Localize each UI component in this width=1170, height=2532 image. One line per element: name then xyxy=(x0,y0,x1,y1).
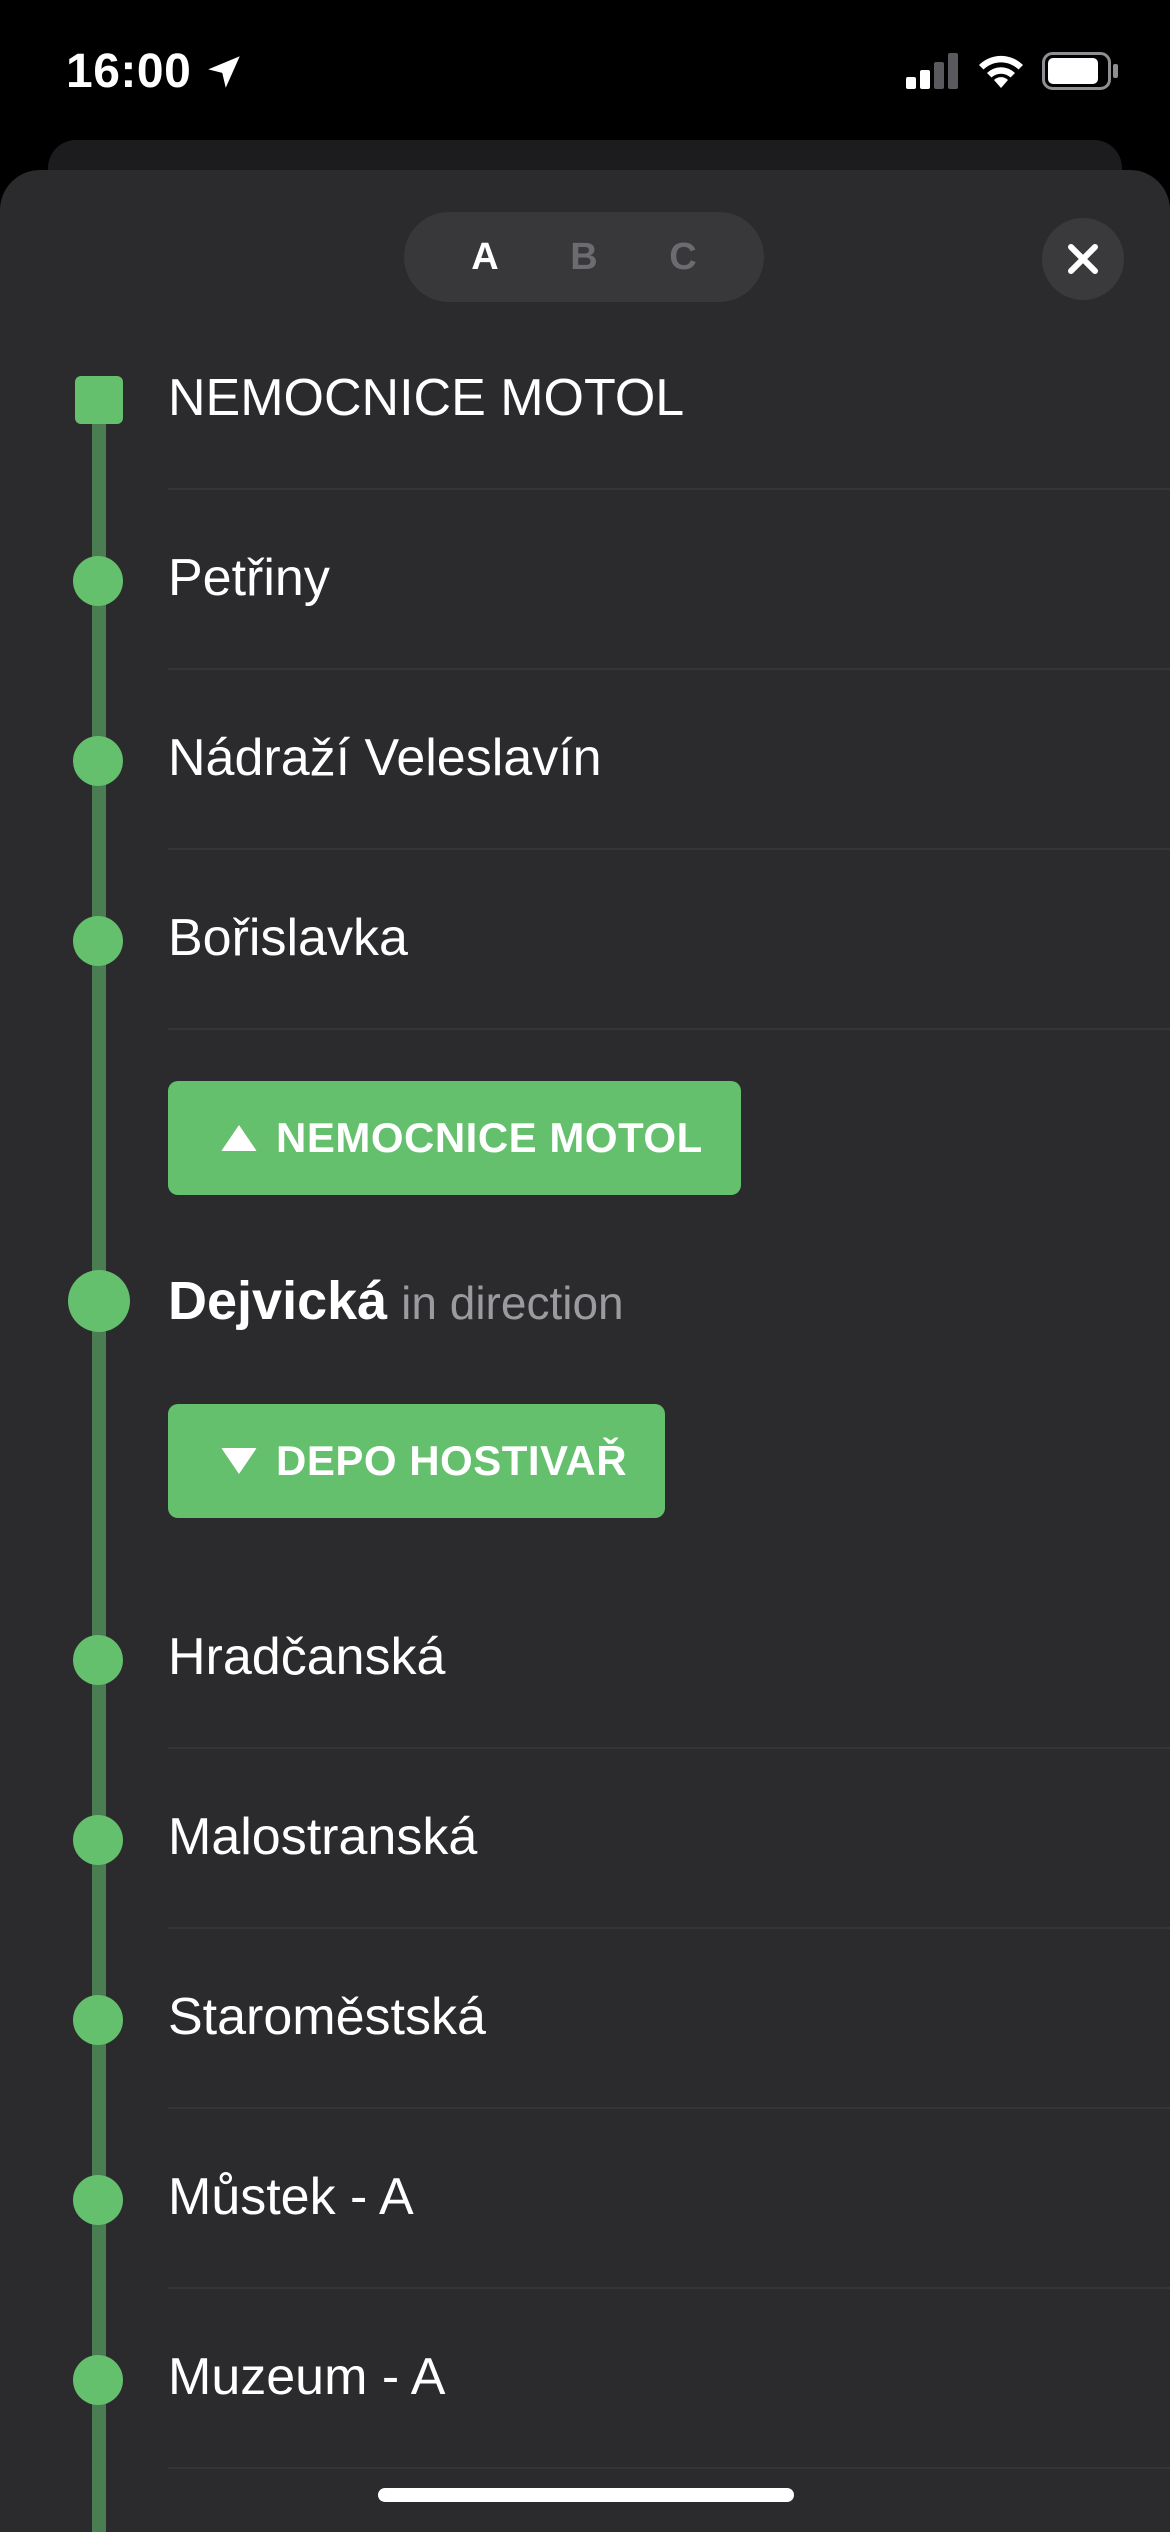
line-tab-c[interactable]: C xyxy=(638,236,728,279)
line-tab-a[interactable]: A xyxy=(440,236,530,279)
current-station-subtitle: in direction xyxy=(401,1277,624,1329)
station-name: NEMOCNICE MOTOL xyxy=(168,369,685,427)
station-row[interactable]: Staroměstská xyxy=(0,1929,1170,2109)
station-name: Muzeum - A xyxy=(168,2348,446,2406)
station-name: Bořislavka xyxy=(168,909,408,967)
station-marker xyxy=(73,1635,123,1685)
line-selector: A B C xyxy=(404,212,764,302)
direction-up-button[interactable]: NEMOCNICE MOTOL xyxy=(168,1081,741,1195)
status-indicators xyxy=(906,52,1120,90)
direction-down-label: DEPO HOSTIVAŘ xyxy=(276,1437,628,1484)
current-station-marker xyxy=(68,1270,130,1332)
station-marker xyxy=(73,2355,123,2405)
station-name: Staroměstská xyxy=(168,1988,486,2046)
station-marker xyxy=(73,916,123,966)
close-button[interactable] xyxy=(1042,218,1124,300)
station-name: Můstek - A xyxy=(168,2168,414,2226)
station-marker xyxy=(73,2175,123,2225)
station-marker xyxy=(73,1995,123,2045)
status-time-group: 16:00 xyxy=(66,44,245,99)
station-marker xyxy=(73,1815,123,1865)
station-row[interactable]: Můstek - A xyxy=(0,2109,1170,2289)
station-name: Nádraží Veleslavín xyxy=(168,729,602,787)
status-time: 16:00 xyxy=(66,45,192,98)
direction-up-label: NEMOCNICE MOTOL xyxy=(276,1114,703,1161)
station-name: Petřiny xyxy=(168,549,330,607)
station-row[interactable]: Hradčanská xyxy=(0,1569,1170,1749)
line-tab-b[interactable]: B xyxy=(539,236,629,279)
station-row[interactable]: Muzeum - A xyxy=(0,2289,1170,2469)
station-name: Malostranská xyxy=(168,1808,478,1866)
row-divider xyxy=(168,1028,1170,1030)
cellular-signal-icon xyxy=(906,53,958,89)
station-row[interactable]: Malostranská xyxy=(0,1749,1170,1929)
station-row[interactable]: NEMOCNICE MOTOL xyxy=(0,310,1170,490)
location-arrow-icon xyxy=(208,55,241,88)
home-indicator[interactable] xyxy=(378,2488,794,2502)
status-bar: 16:00 xyxy=(0,0,1170,140)
current-station-title: Dejvická xyxy=(168,1271,388,1331)
station-name: Hradčanská xyxy=(168,1628,446,1686)
triangle-down-icon xyxy=(221,1448,257,1474)
direction-down-button[interactable]: DEPO HOSTIVAŘ xyxy=(168,1404,666,1518)
triangle-up-icon xyxy=(221,1125,257,1151)
row-divider xyxy=(168,2467,1170,2469)
terminus-marker xyxy=(75,376,123,424)
station-row[interactable]: Nádraží Veleslavín xyxy=(0,670,1170,850)
station-marker xyxy=(73,556,123,606)
current-station-name: Dejvická in direction xyxy=(168,1270,624,1332)
wifi-icon xyxy=(979,55,1023,88)
battery-icon xyxy=(1042,52,1118,90)
station-row[interactable]: Bořislavka xyxy=(0,850,1170,1030)
station-marker xyxy=(73,736,123,786)
station-row[interactable]: Petřiny xyxy=(0,490,1170,670)
line-sheet: A B C NEMOCNICE MOTOL Petřiny Nádraží Ve… xyxy=(0,170,1170,2532)
current-station-row: Dejvická in direction xyxy=(0,1240,1170,1360)
close-icon xyxy=(1068,244,1098,274)
